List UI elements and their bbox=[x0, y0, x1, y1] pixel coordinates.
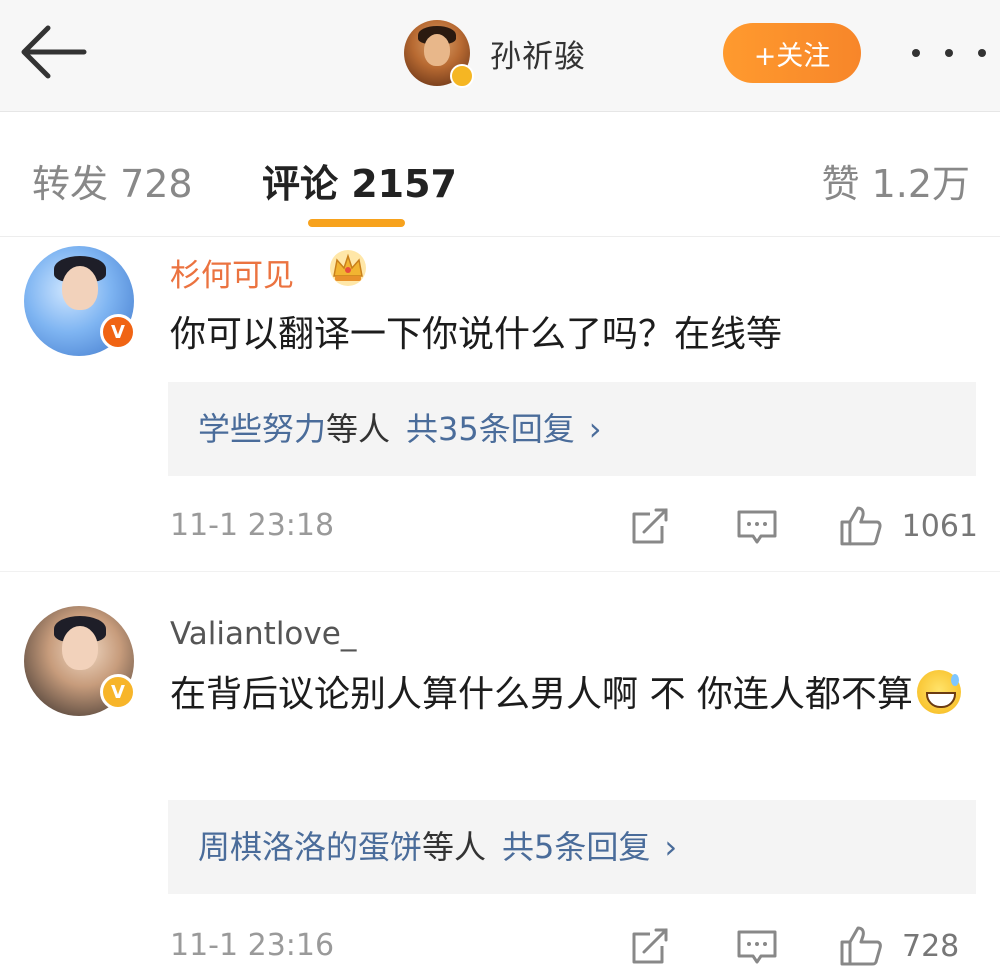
active-tab-indicator bbox=[308, 219, 405, 227]
verified-badge-icon: V bbox=[100, 674, 136, 710]
profile-name[interactable]: 孙祈骏 bbox=[490, 31, 586, 76]
comment-username[interactable]: 杉何可见 bbox=[170, 250, 294, 295]
share-icon bbox=[632, 508, 668, 544]
avatar[interactable]: V bbox=[24, 606, 136, 716]
comment-username[interactable]: Valiantlove_ bbox=[170, 616, 356, 652]
reply-button[interactable] bbox=[735, 924, 779, 967]
comment-text-content: 在背后议论别人算什么男人啊 不 你连人都不算 bbox=[170, 674, 913, 715]
top-nav-bar: 孙祈骏 +关注 bbox=[0, 0, 1000, 112]
comment-item: V 杉何可见 你可以翻译一下你说什么了吗？在线等 学些努力等人 共35条回复 › 1… bbox=[0, 238, 1000, 572]
crown-icon bbox=[330, 250, 366, 286]
like-button[interactable]: 728 bbox=[838, 924, 978, 967]
tab-bar: 转发 728 评论 2157 赞 1.2万 bbox=[0, 113, 1000, 237]
like-count: 1061 bbox=[901, 508, 978, 544]
more-dots-icon bbox=[912, 49, 920, 57]
share-button[interactable] bbox=[628, 504, 672, 548]
weibo-comments-page: 孙祈骏 +关注 转发 728 评论 2157 赞 1.2万 V 杉何可见 你可以… bbox=[0, 0, 1000, 967]
more-button[interactable] bbox=[912, 36, 986, 70]
follow-button[interactable]: +关注 bbox=[723, 23, 861, 83]
comment-meta: 11-1 23:18 1061 bbox=[170, 502, 980, 552]
back-arrow-icon bbox=[21, 25, 87, 79]
reply-button[interactable] bbox=[735, 504, 779, 548]
share-icon bbox=[632, 928, 668, 964]
reply-etc: 等人 bbox=[422, 828, 487, 866]
reply-users[interactable]: 周棋洛洛的蛋饼 bbox=[198, 828, 422, 866]
verified-mark: V bbox=[111, 321, 125, 343]
verified-badge-icon bbox=[450, 64, 474, 88]
comment-icon bbox=[737, 510, 777, 544]
like-count: 728 bbox=[902, 928, 960, 964]
avatar-face bbox=[62, 266, 98, 310]
verified-mark: V bbox=[111, 681, 125, 703]
like-button[interactable]: 1061 bbox=[838, 504, 978, 548]
reply-count[interactable]: 共5条回复 bbox=[502, 828, 650, 866]
more-dots-icon bbox=[945, 49, 953, 57]
tab-reposts[interactable]: 转发 728 bbox=[32, 153, 193, 208]
thumbs-up-icon bbox=[840, 926, 882, 966]
avatar[interactable]: V bbox=[24, 246, 136, 356]
reply-users[interactable]: 学些努力 bbox=[198, 410, 326, 448]
avatar-face bbox=[62, 626, 98, 670]
avatar[interactable] bbox=[404, 20, 474, 88]
chevron-right-icon: › bbox=[664, 828, 678, 866]
replies-preview[interactable]: 学些努力等人 共35条回复 › bbox=[168, 382, 976, 476]
more-dots-icon bbox=[978, 49, 986, 57]
comment-timestamp: 11-1 23:16 bbox=[170, 928, 335, 963]
comment-item: V Valiantlove_ 在背后议论别人算什么男人啊 不 你连人都不算 周棋… bbox=[0, 588, 1000, 967]
comment-timestamp: 11-1 23:18 bbox=[170, 508, 335, 543]
chevron-right-icon: › bbox=[588, 410, 602, 448]
comment-text: 你可以翻译一下你说什么了吗？在线等 bbox=[170, 314, 783, 355]
share-button[interactable] bbox=[628, 924, 672, 967]
replies-preview[interactable]: 周棋洛洛的蛋饼等人 共5条回复 › bbox=[168, 800, 976, 894]
comment-icon bbox=[737, 930, 777, 964]
reply-count[interactable]: 共35条回复 bbox=[406, 410, 575, 448]
profile-header[interactable]: 孙祈骏 bbox=[404, 18, 586, 88]
comment-meta: 11-1 23:16 728 bbox=[170, 922, 980, 967]
thumbs-up-icon bbox=[840, 506, 882, 546]
comment-text: 在背后议论别人算什么男人啊 不 你连人都不算 bbox=[170, 664, 970, 726]
tab-comments[interactable]: 评论 2157 bbox=[262, 153, 457, 208]
reply-etc: 等人 bbox=[326, 410, 391, 448]
verified-badge-icon: V bbox=[100, 314, 136, 350]
tab-likes[interactable]: 赞 1.2万 bbox=[821, 153, 970, 208]
avatar-face bbox=[424, 34, 450, 66]
back-button[interactable] bbox=[14, 20, 94, 84]
grinning-sweat-emoji-icon bbox=[916, 670, 961, 714]
